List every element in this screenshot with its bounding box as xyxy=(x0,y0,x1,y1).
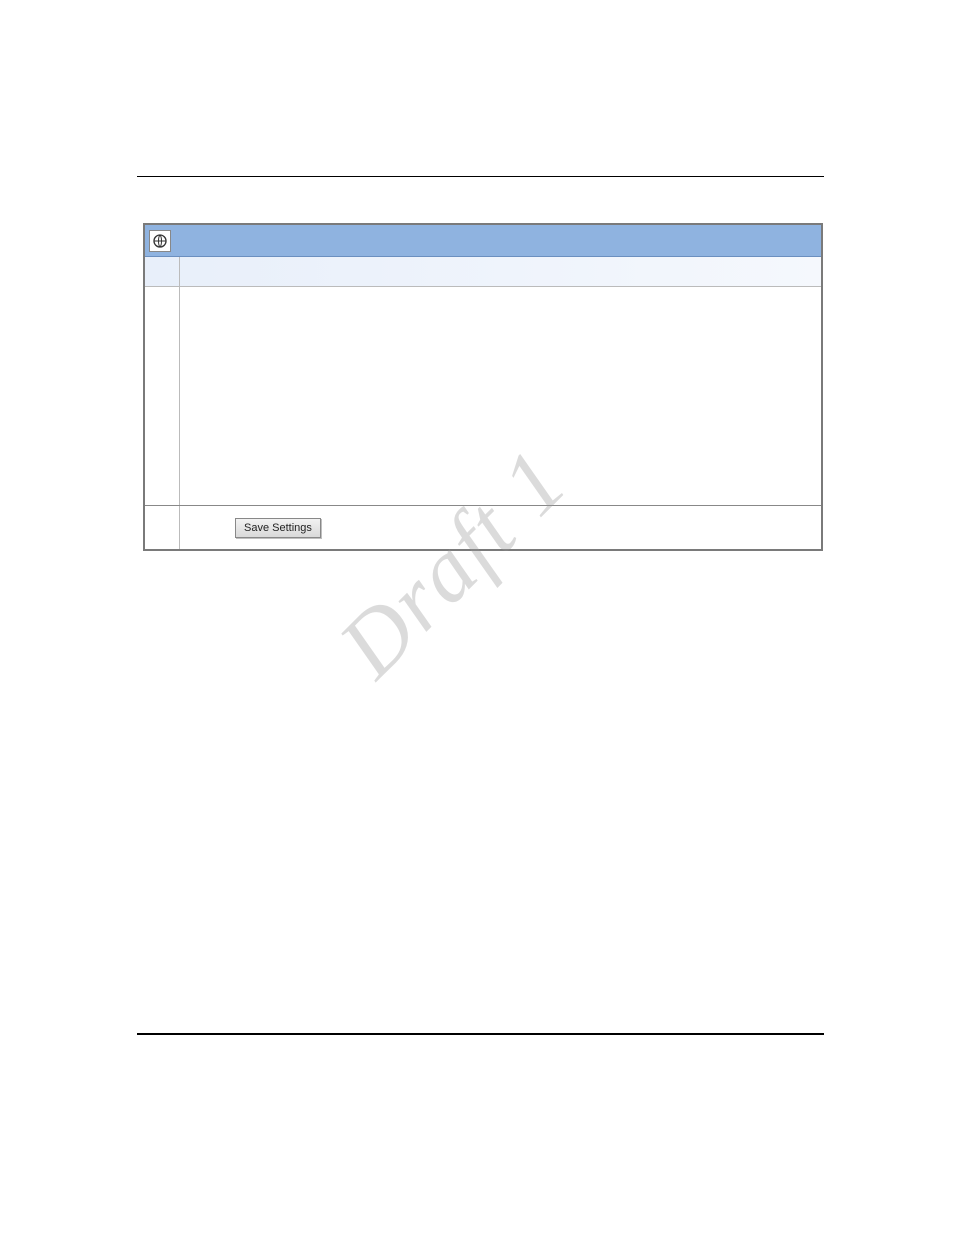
dialog-content xyxy=(145,287,821,505)
content-gutter xyxy=(145,287,180,505)
dialog-button-row: Save Settings xyxy=(145,505,821,549)
settings-dialog: Save Settings xyxy=(143,223,823,551)
globe-icon xyxy=(149,230,171,252)
page-header xyxy=(137,112,824,177)
save-settings-button[interactable]: Save Settings xyxy=(235,518,321,538)
content-area xyxy=(180,287,821,505)
dialog-titlebar xyxy=(145,225,821,257)
dialog-subheader xyxy=(145,257,821,287)
button-row-gutter xyxy=(145,506,180,549)
footer-rule xyxy=(137,1033,824,1035)
button-area: Save Settings xyxy=(180,506,821,549)
subheader-gutter xyxy=(145,257,180,286)
page-footer xyxy=(137,1033,824,1035)
header-rule xyxy=(137,176,824,177)
